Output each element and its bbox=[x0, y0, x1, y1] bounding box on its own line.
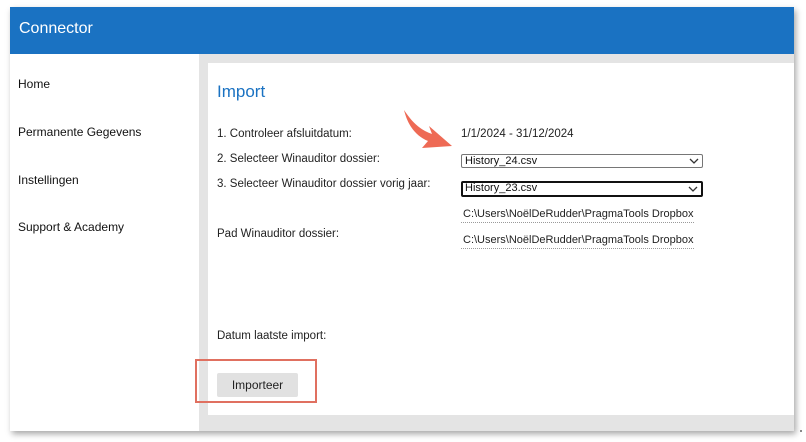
winauditor-dossier-select[interactable]: History_24.csv bbox=[461, 154, 703, 168]
sidebar-item-permanente-gegevens[interactable]: Permanente Gegevens bbox=[18, 125, 141, 139]
winauditor-path-current: C:\Users\NoëlDeRudder\PragmaTools Dropbo… bbox=[463, 208, 694, 220]
last-import-label: Datum laatste import: bbox=[217, 330, 327, 342]
winauditor-dossier-selected: History_24.csv bbox=[465, 155, 538, 167]
app-window: Connector Home Permanente Gegevens Inste… bbox=[10, 7, 794, 431]
step3-label: 3. Selecteer Winauditor dossier vorig ja… bbox=[217, 178, 431, 190]
winauditor-dossier-previous-year-select[interactable]: History_23.csv bbox=[461, 181, 703, 197]
step2-label: 2. Selecteer Winauditor dossier: bbox=[217, 153, 380, 165]
winauditor-path-field-previous[interactable]: C:\Users\NoëlDeRudder\PragmaTools Dropbo… bbox=[461, 234, 694, 249]
sidebar: Home Permanente Gegevens Instellingen Su… bbox=[10, 54, 199, 431]
annotation-arrow-icon bbox=[404, 110, 452, 148]
app-title: Connector bbox=[19, 20, 93, 37]
annotation-highlight-box bbox=[195, 359, 317, 403]
step1-label: 1. Controleer afsluitdatum: bbox=[217, 128, 352, 140]
pad-label: Pad Winauditor dossier: bbox=[217, 228, 340, 240]
sidebar-item-support-academy[interactable]: Support & Academy bbox=[18, 220, 124, 234]
edge-mark bbox=[800, 430, 802, 432]
sidebar-item-instellingen[interactable]: Instellingen bbox=[18, 173, 79, 187]
sidebar-item-home[interactable]: Home bbox=[18, 77, 50, 91]
chevron-down-icon bbox=[688, 186, 698, 192]
page-title: Import bbox=[217, 82, 266, 101]
closing-date-value: 1/1/2024 - 31/12/2024 bbox=[461, 128, 574, 140]
winauditor-path-previous: C:\Users\NoëlDeRudder\PragmaTools Dropbo… bbox=[463, 234, 694, 246]
chevron-down-icon bbox=[689, 158, 699, 164]
winauditor-path-field-current[interactable]: C:\Users\NoëlDeRudder\PragmaTools Dropbo… bbox=[461, 208, 694, 223]
winauditor-dossier-previous-year-selected: History_23.csv bbox=[465, 182, 538, 194]
title-bar: Connector bbox=[10, 7, 794, 54]
